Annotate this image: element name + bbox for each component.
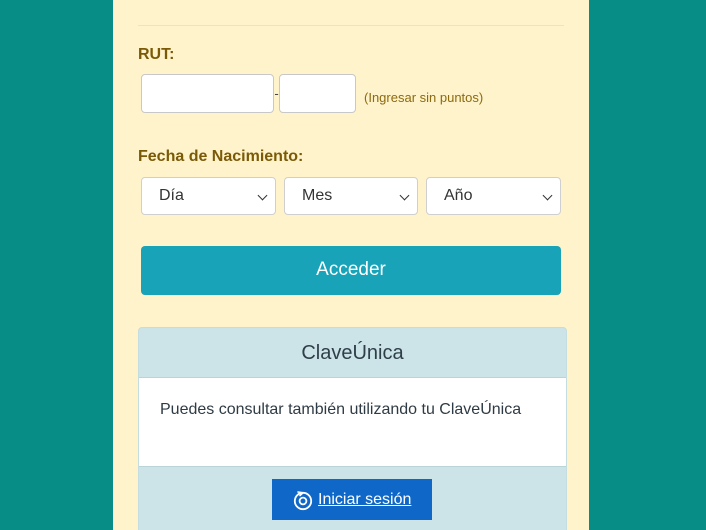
submit-button[interactable]: Acceder: [141, 246, 561, 295]
clave-unica-card: ClaveÚnica Puedes consultar también util…: [138, 327, 567, 530]
year-select-value: Año: [444, 187, 473, 204]
chevron-down-icon: [257, 190, 268, 201]
rut-label: RUT:: [138, 46, 175, 63]
chevron-down-icon: [542, 190, 553, 201]
month-select-value: Mes: [302, 187, 333, 204]
login-button-label: Iniciar sesión: [318, 491, 412, 508]
clave-unica-description: Puedes consultar también utilizando tu C…: [160, 401, 522, 418]
rut-hint: (Ingresar sin puntos): [364, 90, 484, 105]
clave-unica-login-button[interactable]: Iniciar sesión: [272, 479, 432, 520]
month-select[interactable]: Mes: [284, 177, 418, 215]
clave-unica-logo-icon: [293, 491, 313, 511]
year-select[interactable]: Año: [426, 177, 561, 215]
birthdate-label: Fecha de Nacimiento:: [138, 148, 304, 165]
rut-number-input[interactable]: [141, 74, 274, 113]
divider: [138, 25, 564, 26]
chevron-down-icon: [399, 190, 410, 201]
day-select[interactable]: Día: [141, 177, 276, 215]
clave-unica-title: ClaveÚnica: [301, 342, 404, 364]
clave-unica-body: Puedes consultar también utilizando tu C…: [139, 377, 566, 467]
rut-verifier-input[interactable]: [279, 74, 356, 113]
day-select-value: Día: [159, 187, 184, 204]
login-panel: RUT: - (Ingresar sin puntos) Fecha de Na…: [113, 0, 589, 530]
